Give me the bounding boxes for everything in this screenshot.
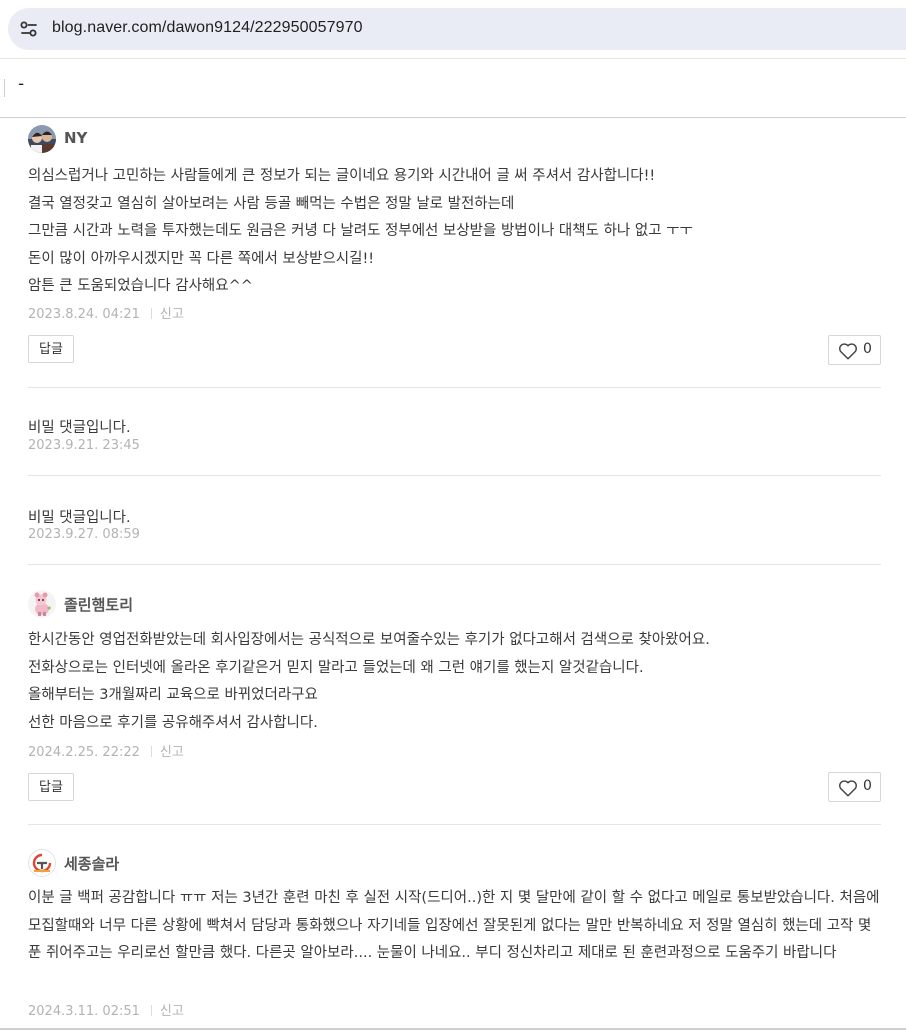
comment-date: 2023.9.21. 23:45 [28, 438, 140, 453]
secret-comment-text: 비밀 댓글입니다. [28, 510, 131, 526]
heart-icon [839, 780, 857, 797]
comment-date: 2023.9.27. 08:59 [28, 527, 140, 542]
comment-line: 그만큼 시간과 노력을 투자했는데도 원금은 커녕 다 날려도 정부에선 보상받… [28, 223, 693, 239]
nickname[interactable]: 졸린햄토리 [64, 594, 133, 615]
comment-line: 올해부터는 3개월짜리 교육으로 바뀌었더라구요 [28, 687, 318, 703]
reply-button[interactable]: 답글 [28, 335, 74, 363]
like-button[interactable]: 0 [828, 772, 881, 802]
nickname[interactable]: 세종솔라 [64, 853, 119, 874]
comment-date: 2023.8.24. 04:21 [28, 307, 140, 322]
comment-text: 한시간동안 영업전화받았는데 회사입장에서는 공식적으로 보여줄수있는 후기가 … [28, 627, 710, 737]
like-count: 0 [863, 341, 872, 357]
like-count: 0 [863, 778, 872, 794]
avatar[interactable] [28, 125, 56, 153]
comment-meta: 2023.8.24. 04:21 신고 [28, 303, 184, 322]
divider [28, 387, 881, 388]
comment-line: 돈이 많이 아까우시겠지만 꼭 다른 쪽에서 보상받으시길!! [28, 250, 375, 267]
url-text[interactable]: blog.naver.com/dawon9124/222950057970 [52, 19, 363, 37]
page-subbar: - [0, 59, 906, 118]
comment-line: 선한 마음으로 후기를 공유해주셔서 감사합니다. [28, 714, 318, 731]
browser-toolbar: blog.naver.com/dawon9124/222950057970 [0, 0, 906, 59]
heart-icon [839, 343, 857, 360]
divider [28, 564, 881, 565]
comment-meta: 2024.2.25. 22:22 신고 [28, 741, 184, 760]
report-link[interactable]: 신고 [160, 1004, 184, 1019]
comment-line: 한시간동안 영업전화받았는데 회사입장에서는 공식적으로 보여줄수있는 후기가 … [28, 632, 710, 648]
site-settings-icon[interactable] [20, 21, 38, 37]
comment-line: 결국 열정갖고 열심히 살아보려는 사람 등골 빼먹는 수법은 정말 날로 발전… [28, 195, 515, 212]
divider [28, 475, 881, 476]
comment-line: 전화상으로는 인터넷에 올라온 후기같은거 믿지 말라고 들었는데 왜 그런 얘… [28, 659, 644, 676]
divider [28, 824, 881, 825]
separator [150, 1005, 152, 1016]
reply-button[interactable]: 답글 [28, 773, 74, 801]
separator [150, 308, 152, 319]
secret-comment-text: 비밀 댓글입니다. [28, 420, 131, 436]
divider [4, 79, 5, 97]
report-link[interactable]: 신고 [160, 745, 184, 760]
nickname[interactable]: NY [64, 129, 87, 147]
separator [150, 746, 152, 757]
like-button[interactable]: 0 [828, 335, 881, 365]
avatar[interactable] [28, 849, 56, 877]
comment-date: 2024.2.25. 22:22 [28, 745, 140, 760]
comment-text: 이분 글 백퍼 공감합니다 ㅠㅠ 저는 3년간 훈련 마친 후 실전 시작(드디… [28, 890, 880, 961]
report-link[interactable]: 신고 [160, 307, 184, 322]
comment-text: 의심스럽거나 고민하는 사람들에게 큰 정보가 되는 글이네요 용기와 시간내어… [28, 163, 693, 301]
avatar[interactable] [28, 590, 56, 618]
comment-line: 의심스럽거나 고민하는 사람들에게 큰 정보가 되는 글이네요 용기와 시간내어… [28, 168, 656, 184]
comment-line: 암튼 큰 도움되었습니다 감사해요^^ [28, 278, 253, 294]
comment-meta: 2024.3.11. 02:51 신고 [28, 1000, 184, 1019]
comment-date: 2024.3.11. 02:51 [28, 1004, 140, 1019]
address-bar[interactable]: blog.naver.com/dawon9124/222950057970 [8, 8, 906, 50]
subbar-text: - [18, 74, 25, 94]
